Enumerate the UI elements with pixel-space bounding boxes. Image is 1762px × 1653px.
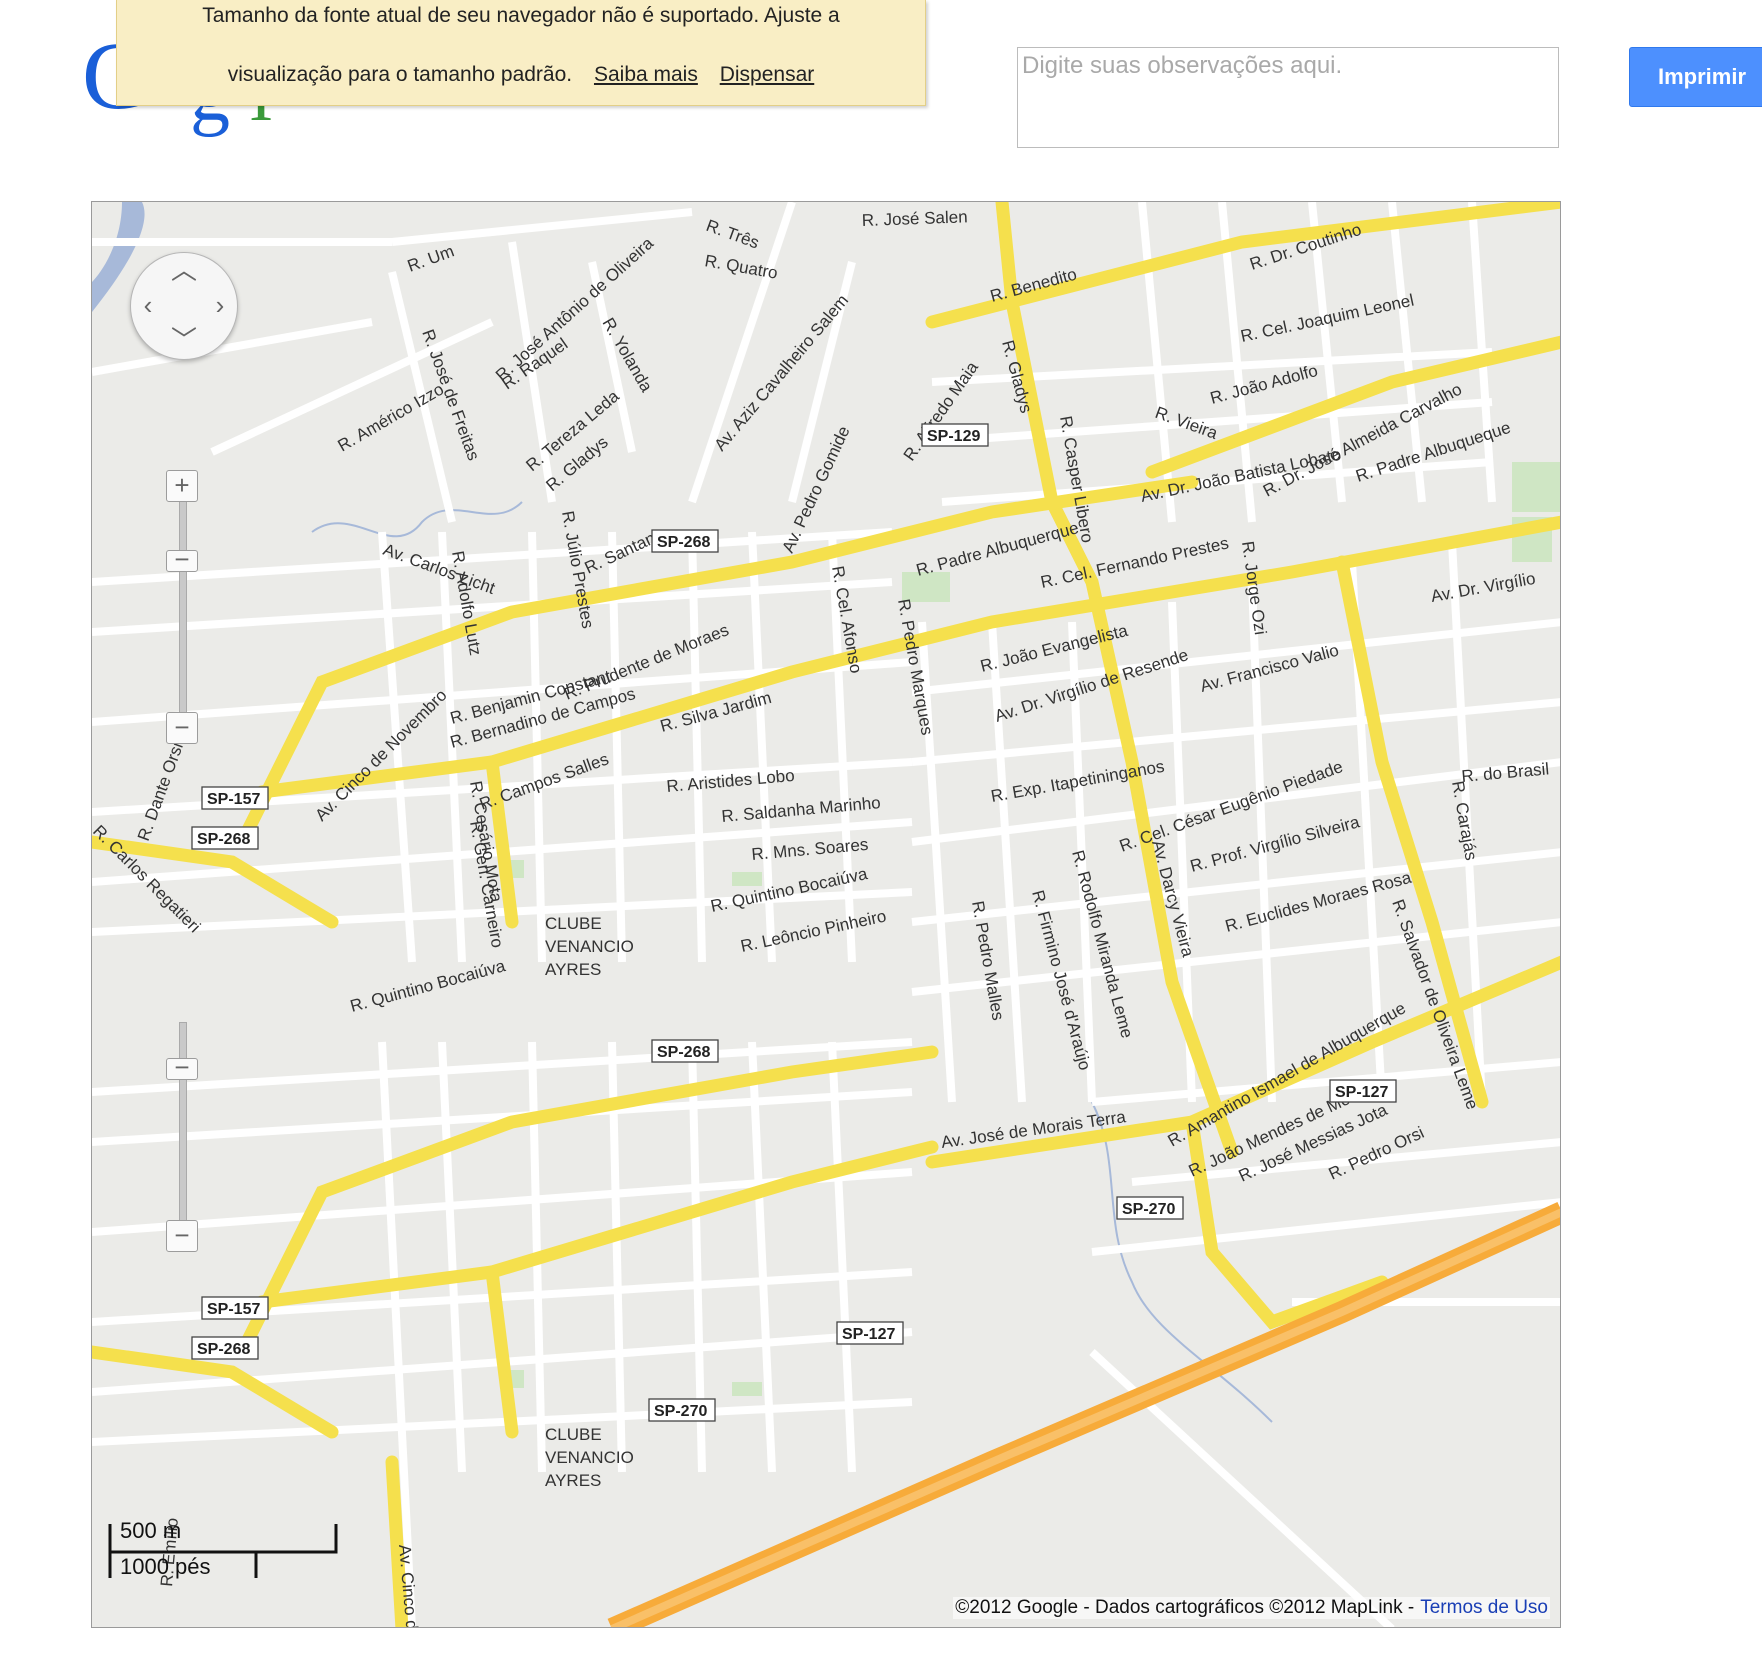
svg-text:CLUBE: CLUBE (545, 914, 602, 933)
notice-text: visualização para o tamanho padrão. (227, 63, 573, 86)
svg-text:SP-268: SP-268 (197, 831, 250, 848)
svg-text:AYRES: AYRES (545, 1471, 601, 1490)
zoom-out-button[interactable]: − (166, 1220, 198, 1252)
map[interactable]: R. Um R. Três R. Quatro R. José Salen R. Dr.… (91, 201, 1561, 1628)
scale-imperial-label: 1000 pés (120, 1554, 211, 1579)
zoom-in-button[interactable]: + (166, 470, 198, 502)
route-shield: SP-157 (201, 1296, 269, 1320)
svg-text:SP-157: SP-157 (207, 791, 260, 808)
print-button[interactable]: Imprimir (1629, 47, 1762, 107)
svg-text:AYRES: AYRES (545, 960, 601, 979)
svg-text:VENANCIO: VENANCIO (545, 1448, 634, 1467)
route-shield: SP-268 (191, 826, 259, 850)
svg-text:VENANCIO: VENANCIO (545, 937, 634, 956)
map-attribution: ©2012 Google - Dados cartográficos ©2012… (953, 1597, 1550, 1619)
svg-text:SP-127: SP-127 (1335, 1084, 1388, 1101)
pan-right-icon[interactable]: › (205, 290, 235, 320)
dismiss-link[interactable]: Dispensar (720, 63, 815, 86)
pan-up-icon[interactable]: ︿ (169, 255, 199, 285)
notice-text-line2: visualização para o tamanho padrão. Saib… (117, 63, 925, 87)
scale-bar: 500 m 1000 pés (106, 1518, 366, 1582)
svg-text:SP-129: SP-129 (927, 428, 980, 445)
street-label: R. José Salen (861, 207, 967, 230)
route-shield: SP-127 (1329, 1079, 1397, 1103)
learn-more-link[interactable]: Saiba mais (594, 63, 698, 86)
notice-text-line1: Tamanho da fonte atual de seu navegador … (202, 4, 840, 27)
svg-text:SP-127: SP-127 (842, 1326, 895, 1343)
pan-left-icon[interactable]: ‹ (133, 290, 163, 320)
route-shield: SP-129 (921, 423, 989, 447)
pan-down-icon[interactable]: ﹀ (169, 325, 199, 355)
terms-link[interactable]: Termos de Uso (1420, 1597, 1548, 1618)
route-shield: SP-270 (648, 1398, 716, 1422)
font-size-notice: Tamanho da fonte atual de seu navegador … (116, 0, 926, 106)
zoom-slider-handle[interactable]: − (166, 1054, 198, 1080)
svg-text:SP-268: SP-268 (197, 1341, 250, 1358)
map-canvas: R. UmR. TrêsR. QuatroR. José SalenR. Dr.… (92, 202, 1560, 1627)
scale-metric-label: 500 m (120, 1518, 182, 1543)
route-shield: SP-268 (191, 1336, 259, 1360)
svg-text:SP-157: SP-157 (207, 1301, 260, 1318)
svg-text:SP-268: SP-268 (657, 1044, 710, 1061)
route-shield: SP-270 (1116, 1196, 1184, 1220)
zoom-out-button[interactable]: − (166, 712, 198, 744)
route-shield: SP-268 (651, 1039, 719, 1063)
pan-control[interactable]: ︿ ﹀ ‹ › (130, 252, 238, 360)
zoom-track[interactable] (179, 484, 187, 726)
svg-text:SP-270: SP-270 (1122, 1201, 1175, 1218)
zoom-slider-handle[interactable]: − (166, 546, 198, 572)
attribution-text: ©2012 Google - Dados cartográficos ©2012… (955, 1597, 1415, 1618)
notes-input[interactable] (1017, 47, 1559, 148)
street-label: R. Dos (92, 202, 144, 206)
svg-text:CLUBE: CLUBE (545, 1425, 602, 1444)
svg-text:SP-268: SP-268 (657, 534, 710, 551)
route-shield: SP-127 (836, 1321, 904, 1345)
route-shield: SP-268 (651, 529, 719, 553)
route-shield: SP-157 (201, 786, 269, 810)
svg-text:SP-270: SP-270 (654, 1403, 707, 1420)
